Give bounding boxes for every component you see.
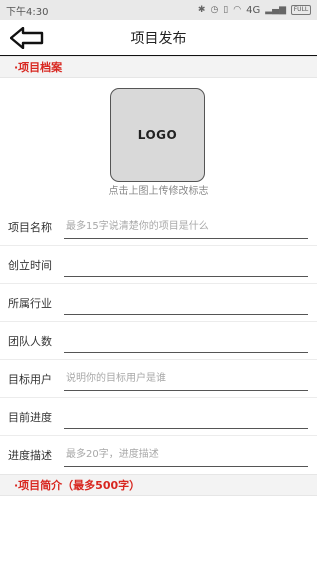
logo-upload-button[interactable]: LOGO xyxy=(110,88,205,182)
team-size-input[interactable] xyxy=(64,333,308,353)
network-type: 4G xyxy=(246,4,261,16)
industry-input[interactable] xyxy=(64,295,308,315)
arrow-left-icon[interactable] xyxy=(10,27,44,49)
status-time: 下午4:30 xyxy=(6,6,49,18)
project-form: 项目名称 创立时间 所属行业 团队人数 目标用户 目前进度 进度描述 xyxy=(0,208,317,474)
battery-icon: FULL xyxy=(291,5,311,15)
project-name-input[interactable] xyxy=(64,219,308,239)
logo-upload-area: LOGO 点击上图上传修改标志 xyxy=(0,78,317,208)
logo-text: LOGO xyxy=(137,128,178,142)
signal-icon: ▂▄▆ xyxy=(265,5,286,15)
form-row-project-name: 项目名称 xyxy=(0,208,317,246)
form-row-team-size: 团队人数 xyxy=(0,322,317,360)
form-label: 团队人数 xyxy=(8,335,52,348)
founded-date-input[interactable] xyxy=(64,257,308,277)
intro-content-area[interactable] xyxy=(0,496,317,556)
logo-upload-hint: 点击上图上传修改标志 xyxy=(108,186,209,197)
form-label: 进度描述 xyxy=(8,449,52,462)
progress-description-input[interactable] xyxy=(64,447,308,467)
form-label: 项目名称 xyxy=(8,221,52,234)
status-bar: 下午4:30 ✱ ◷ ▯ ◠ 4G ▂▄▆ FULL xyxy=(0,0,317,20)
target-users-input[interactable] xyxy=(64,371,308,391)
status-icons: ✱ ◷ ▯ ◠ 4G ▂▄▆ FULL xyxy=(198,5,311,16)
form-label: 创立时间 xyxy=(8,259,52,272)
bluetooth-icon: ✱ xyxy=(197,5,206,15)
alarm-icon: ◷ xyxy=(210,5,219,15)
form-row-progress-description: 进度描述 xyxy=(0,436,317,474)
form-label: 所属行业 xyxy=(8,297,52,310)
form-row-industry: 所属行业 xyxy=(0,284,317,322)
mute-icon: ▯ xyxy=(223,5,229,15)
wifi-icon: ◠ xyxy=(233,5,242,15)
section-intro-header: ·项目简介（最多500字） xyxy=(0,474,317,496)
progress-input[interactable] xyxy=(64,409,308,429)
form-row-founded-date: 创立时间 xyxy=(0,246,317,284)
page-title: 项目发布 xyxy=(130,30,187,47)
form-label: 目前进度 xyxy=(8,411,52,424)
section-profile-header: ·项目档案 xyxy=(0,56,317,78)
form-row-progress: 目前进度 xyxy=(0,398,317,436)
form-row-target-users: 目标用户 xyxy=(0,360,317,398)
form-label: 目标用户 xyxy=(8,373,52,386)
nav-bar: 项目发布 xyxy=(0,20,317,56)
